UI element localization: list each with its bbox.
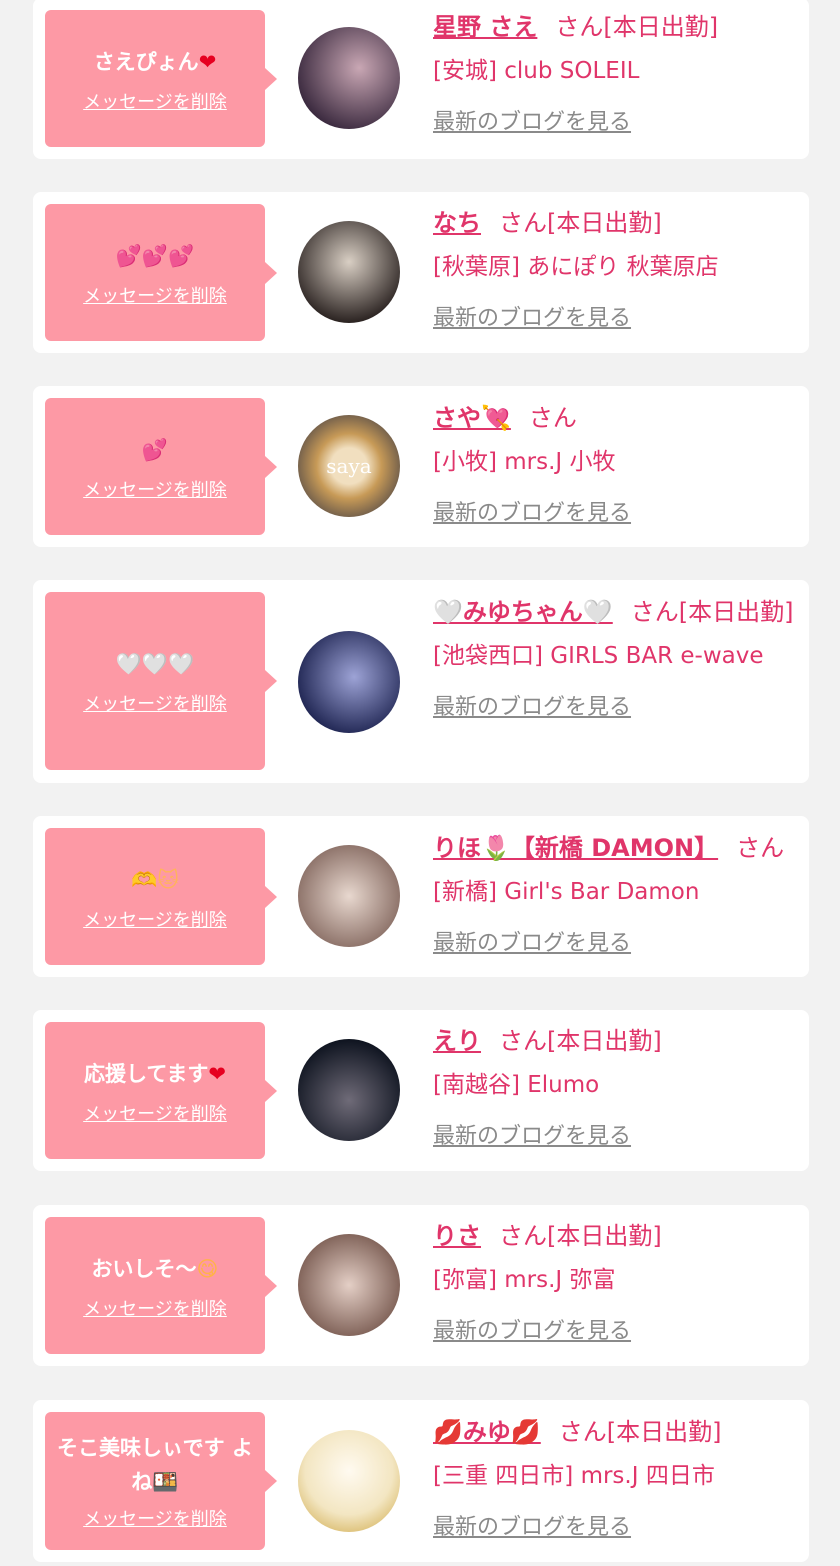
card-info: 🤍みゆちゃん🤍 さん[本日出勤] [池袋西口] GIRLS BAR e-wave … <box>433 592 798 721</box>
name-line: りさ さん[本日出勤] <box>433 1216 798 1256</box>
name-line: 星野 さえ さん[本日出勤] <box>433 7 798 47</box>
name-line: 🤍みゆちゃん🤍 さん[本日出勤] <box>433 592 798 632</box>
name-suffix: さん <box>736 834 785 862</box>
name-suffix: さん[本日出勤] <box>499 209 662 237</box>
avatar[interactable] <box>298 1430 400 1532</box>
cast-name-link[interactable]: さや💘 <box>433 404 511 432</box>
card-info: なち さん[本日出勤] [秋葉原] あにぽり 秋葉原店 最新のブログを見る <box>433 203 798 332</box>
message-bubble: そこ美味しぃです よね🍱 メッセージを削除 <box>45 1412 265 1550</box>
name-suffix: さん[本日出勤] <box>499 1027 662 1055</box>
message-card: 🫶🐱 メッセージを削除 りほ🌷【新橋 DAMON】 さん [新橋] Girl's … <box>33 816 809 977</box>
card-info: えり さん[本日出勤] [南越谷] Elumo 最新のブログを見る <box>433 1021 798 1150</box>
card-info: さや💘 さん [小牧] mrs.J 小牧 最新のブログを見る <box>433 398 798 527</box>
cast-name-link[interactable]: りさ <box>433 1222 481 1250</box>
avatar[interactable] <box>298 221 400 323</box>
name-suffix: さん[本日出勤] <box>499 1222 662 1250</box>
card-info: 星野 さえ さん[本日出勤] [安城] club SOLEIL 最新のブログを見る <box>433 7 798 136</box>
heart-arrow-emoji: 💘 <box>481 404 511 432</box>
avatar[interactable]: saya <box>298 415 400 517</box>
latest-blog-link[interactable]: 最新のブログを見る <box>433 1313 631 1345</box>
name-line: さや💘 さん <box>433 398 798 438</box>
avatar[interactable] <box>298 1039 400 1141</box>
message-bubble: 💕💕💕 メッセージを削除 <box>45 204 265 341</box>
message-text: そこ美味しぃです よね🍱 <box>57 1436 253 1494</box>
avatar-label: saya <box>326 454 372 478</box>
shop-name: [弥富] mrs.J 弥富 <box>433 1267 616 1293</box>
name-suffix: さん[本日出勤] <box>558 1418 722 1446</box>
latest-blog-link[interactable]: 最新のブログを見る <box>433 1509 631 1541</box>
message-text: おいしそ〜😋 <box>91 1256 219 1281</box>
delete-message-link[interactable]: メッセージを削除 <box>83 906 227 932</box>
shop-name: [安城] club SOLEIL <box>433 58 640 84</box>
message-emoji: 🫶🐱 <box>130 867 180 892</box>
name-suffix: さん[本日出勤] <box>630 598 794 626</box>
heart-emoji: ❤ <box>208 1061 226 1086</box>
latest-blog-link[interactable]: 最新のブログを見る <box>433 495 631 527</box>
shop-name: [秋葉原] あにぽり 秋葉原店 <box>433 254 719 280</box>
message-text: 応援してます❤ <box>84 1061 226 1086</box>
delete-message-link[interactable]: メッセージを削除 <box>83 88 227 114</box>
message-emoji: 🤍🤍🤍 <box>115 652 195 676</box>
message-bubble: おいしそ〜😋 メッセージを削除 <box>45 1217 265 1354</box>
message-bubble: さえぴょん❤ メッセージを削除 <box>45 10 265 147</box>
latest-blog-link[interactable]: 最新のブログを見る <box>433 1118 631 1150</box>
name-suffix: さん[本日出勤] <box>555 13 719 41</box>
latest-blog-link[interactable]: 最新のブログを見る <box>433 925 631 957</box>
card-info: りさ さん[本日出勤] [弥富] mrs.J 弥富 最新のブログを見る <box>433 1216 798 1345</box>
message-card: さえぴょん❤ メッセージを削除 星野 さえ さん[本日出勤] [安城] club … <box>33 0 809 159</box>
message-card: そこ美味しぃです よね🍱 メッセージを削除 💋みゆ💋 さん[本日出勤] [三重 四… <box>33 1400 809 1562</box>
message-card: 💕 メッセージを削除 saya さや💘 さん [小牧] mrs.J 小牧 最新のブ… <box>33 386 809 547</box>
name-suffix: さん <box>528 404 577 432</box>
message-bubble: 応援してます❤ メッセージを削除 <box>45 1022 265 1159</box>
shop-name: [池袋西口] GIRLS BAR e-wave <box>433 643 764 669</box>
delete-message-link[interactable]: メッセージを削除 <box>83 282 227 308</box>
cast-name-link[interactable]: 💋みゆ💋 <box>433 1418 541 1446</box>
message-card: 💕💕💕 メッセージを削除 なち さん[本日出勤] [秋葉原] あにぽり 秋葉原店 … <box>33 192 809 353</box>
message-text: さえぴょん❤ <box>93 49 217 74</box>
name-line: えり さん[本日出勤] <box>433 1021 798 1061</box>
message-emoji: 💕 <box>141 437 169 462</box>
shop-name: [新橋] Girl's Bar Damon <box>433 879 700 905</box>
avatar[interactable] <box>298 27 400 129</box>
delete-message-link[interactable]: メッセージを削除 <box>83 476 227 502</box>
card-info: りほ🌷【新橋 DAMON】 さん [新橋] Girl's Bar Damon 最新… <box>433 828 798 957</box>
shop-name: [三重 四日市] mrs.J 四日市 <box>433 1463 715 1489</box>
message-card: 応援してます❤ メッセージを削除 えり さん[本日出勤] [南越谷] Elumo … <box>33 1010 809 1171</box>
delete-message-link[interactable]: メッセージを削除 <box>83 1295 227 1321</box>
name-line: なち さん[本日出勤] <box>433 203 798 243</box>
cast-name-link[interactable]: えり <box>433 1027 481 1055</box>
shop-name: [南越谷] Elumo <box>433 1072 600 1098</box>
message-card: 🤍🤍🤍 メッセージを削除 🤍みゆちゃん🤍 さん[本日出勤] [池袋西口] GIRL… <box>33 580 809 783</box>
latest-blog-link[interactable]: 最新のブログを見る <box>433 300 631 332</box>
name-line: りほ🌷【新橋 DAMON】 さん <box>433 828 798 868</box>
message-emoji: 💕💕💕 <box>115 243 195 268</box>
cast-name-link[interactable]: なち <box>433 209 481 237</box>
cast-name-link[interactable]: 星野 さえ <box>433 13 537 41</box>
delete-message-link[interactable]: メッセージを削除 <box>83 1100 227 1126</box>
latest-blog-link[interactable]: 最新のブログを見る <box>433 104 631 136</box>
latest-blog-link[interactable]: 最新のブログを見る <box>433 689 631 721</box>
bento-emoji: 🍱 <box>152 1470 179 1494</box>
avatar[interactable] <box>298 1234 400 1336</box>
message-bubble: 🫶🐱 メッセージを削除 <box>45 828 265 965</box>
name-line: 💋みゆ💋 さん[本日出勤] <box>433 1412 798 1452</box>
shop-name: [小牧] mrs.J 小牧 <box>433 449 616 475</box>
cast-name-link[interactable]: 🤍みゆちゃん🤍 <box>433 598 613 626</box>
delete-message-link[interactable]: メッセージを削除 <box>83 690 227 716</box>
card-info: 💋みゆ💋 さん[本日出勤] [三重 四日市] mrs.J 四日市 最新のブログを見… <box>433 1412 798 1541</box>
message-bubble: 💕 メッセージを削除 <box>45 398 265 535</box>
message-card: おいしそ〜😋 メッセージを削除 りさ さん[本日出勤] [弥富] mrs.J 弥富… <box>33 1205 809 1366</box>
message-bubble: 🤍🤍🤍 メッセージを削除 <box>45 592 265 770</box>
avatar[interactable] <box>298 631 400 733</box>
heart-emoji: ❤ <box>198 49 217 74</box>
delete-message-link[interactable]: メッセージを削除 <box>83 1505 227 1531</box>
yum-emoji: 😋 <box>196 1256 219 1281</box>
avatar[interactable] <box>298 845 400 947</box>
cast-name-link[interactable]: りほ🌷【新橋 DAMON】 <box>433 834 718 862</box>
